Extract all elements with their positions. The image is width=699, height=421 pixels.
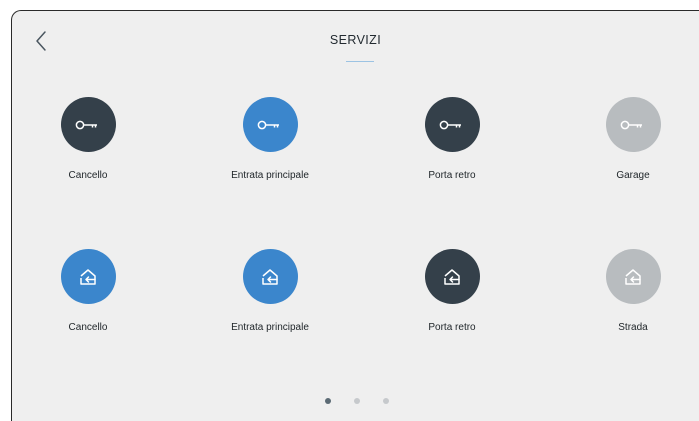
page-dot[interactable]: [325, 398, 331, 404]
service-tile-porta-retro-entry[interactable]: Porta retro: [382, 249, 522, 359]
service-circle: [605, 249, 661, 304]
page-dot[interactable]: [354, 398, 360, 404]
enter-house-icon: [80, 268, 96, 285]
service-label: Garage: [616, 170, 650, 181]
service-circle: [242, 97, 298, 152]
key-icon: [257, 120, 279, 129]
service-circle: [60, 97, 116, 152]
service-circle: [424, 249, 480, 304]
screen: SERVIZI Cancello Entrata principale Port…: [11, 10, 699, 421]
service-tile-cancello-entry[interactable]: Cancello: [18, 249, 158, 359]
service-label: Cancello: [68, 322, 108, 333]
service-label: Cancello: [68, 170, 108, 181]
key-icon: [75, 120, 97, 129]
service-label: Strada: [618, 322, 648, 333]
service-circle: [424, 97, 480, 152]
service-tile-entrata-principale[interactable]: Entrata principale: [200, 97, 340, 207]
service-label: Entrata principale: [231, 170, 309, 181]
key-icon: [439, 120, 461, 129]
service-tile-entrata-principale-entry[interactable]: Entrata principale: [200, 249, 340, 359]
service-label: Entrata principale: [231, 322, 309, 333]
service-label: Porta retro: [428, 322, 476, 333]
service-tile-cancello[interactable]: Cancello: [18, 97, 158, 207]
service-tile-porta-retro[interactable]: Porta retro: [382, 97, 522, 207]
page-dot[interactable]: [383, 398, 389, 404]
service-circle: [242, 249, 298, 304]
enter-house-icon: [444, 268, 460, 285]
services-grid: Cancello Entrata principale Porta retro: [12, 11, 699, 421]
service-circle: [605, 97, 661, 152]
service-tile-garage[interactable]: Garage: [563, 97, 699, 207]
enter-house-icon: [625, 268, 641, 285]
key-icon: [620, 120, 642, 129]
enter-house-icon: [262, 268, 278, 285]
service-label: Porta retro: [428, 170, 476, 181]
service-tile-strada[interactable]: Strada: [563, 249, 699, 359]
page-indicator: [12, 398, 699, 404]
service-circle: [60, 249, 116, 304]
